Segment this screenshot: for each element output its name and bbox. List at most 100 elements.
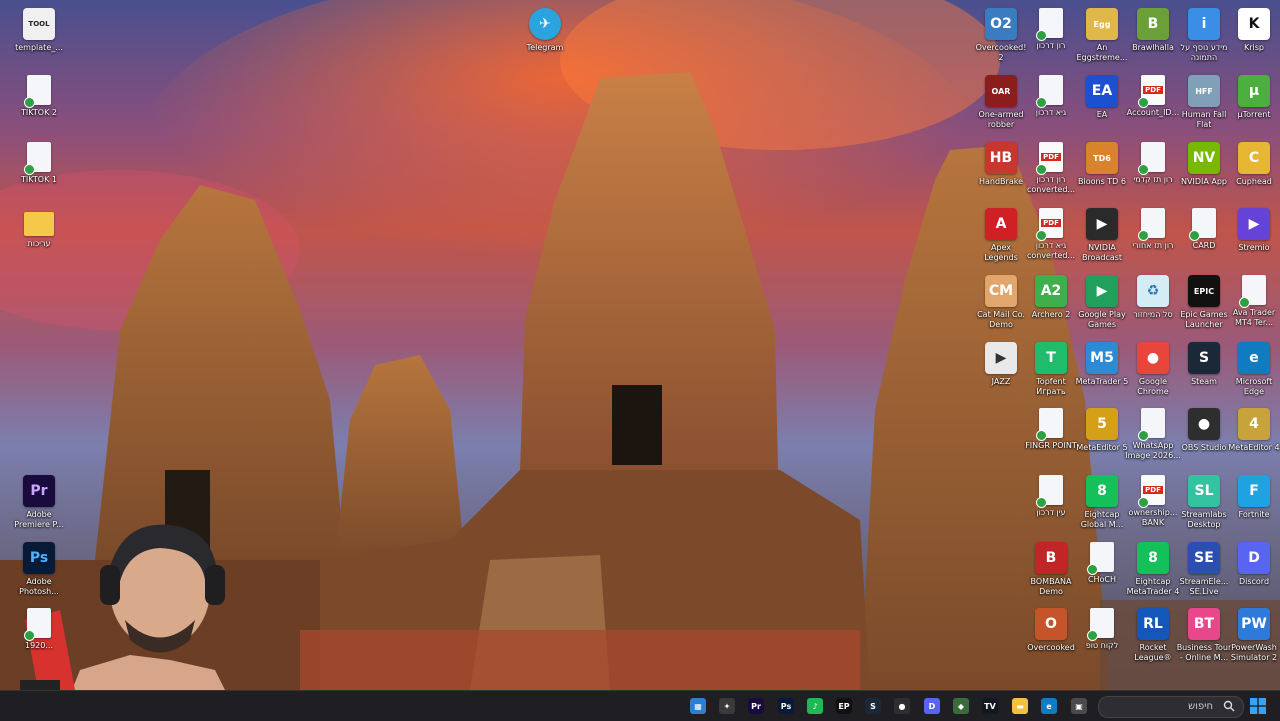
desktop-icon[interactable]: 8 Eightcap MetaTrader 4 (1125, 540, 1181, 597)
desktop-icon-template[interactable]: TOOL template_... (11, 6, 67, 53)
desktop-icon[interactable]: BT Business Tour - Online M... (1176, 606, 1232, 663)
desktop-icon[interactable]: F Fortnite (1226, 473, 1280, 520)
icon-label: Epic Games Launcher (1180, 310, 1228, 329)
desktop-icon[interactable]: PDF גיא דרכון converted... (1023, 206, 1079, 261)
desktop-icon[interactable]: גיא דרכון (1023, 73, 1079, 118)
desktop-icon[interactable]: B BOMBANA Demo (1023, 540, 1079, 597)
app-icon-3[interactable]: ▣ (1071, 698, 1087, 714)
desktop-icon[interactable]: רון תז קדמי (1125, 140, 1181, 185)
desktop-icon[interactable]: B Brawlhalla (1125, 6, 1181, 53)
desktop-icon[interactable]: SL Streamlabs Desktop (1176, 473, 1232, 530)
desktop-icon[interactable]: 4 MetaEditor 4 (1226, 406, 1280, 453)
desktop-icon[interactable]: D Discord (1226, 540, 1280, 587)
document-icon (1087, 542, 1114, 575)
desktop-icon[interactable]: EPIC Epic Games Launcher (1176, 273, 1232, 330)
desktop-icon[interactable]: C Cuphead (1226, 140, 1280, 187)
desktop-icon[interactable]: CM Cat Mail Co. Demo (973, 273, 1029, 330)
desktop-icon[interactable]: 8 Eightcap Global M... (1074, 473, 1130, 530)
desktop-icon[interactable]: PDF רון דרכון converted... (1023, 140, 1079, 195)
desktop-icon[interactable]: HFF Human Fall Flat (1176, 73, 1232, 130)
icon-label: Business Tour - Online M... (1176, 643, 1232, 662)
desktop-icon[interactable]: M5 MetaTrader 5 (1074, 340, 1130, 387)
document-icon (1087, 608, 1114, 641)
premiere-icon[interactable]: Pr (748, 698, 764, 714)
sync-check-icon (1138, 97, 1149, 108)
calculator-icon[interactable]: ▦ (690, 698, 706, 714)
obs-icon[interactable]: ● (894, 698, 910, 714)
desktop-icon[interactable]: ♻ סל המיחזור (1125, 273, 1181, 320)
desktop-icon[interactable]: RL Rocket League® (1125, 606, 1181, 663)
desktop-icon-tiktok-1[interactable]: TIKTOK 1 (11, 140, 67, 185)
app-icon: i (1188, 8, 1220, 40)
app-icon: ▶ (985, 342, 1017, 374)
desktop-icon[interactable]: עין דרכון (1023, 473, 1079, 518)
desktop-icon[interactable]: EA EA (1074, 73, 1130, 120)
desktop-icon[interactable]: PW PowerWash Simulator 2 (1226, 606, 1280, 663)
desktop-icon[interactable]: S Steam (1176, 340, 1232, 387)
desktop-icon[interactable]: A2 Archero 2 (1023, 273, 1079, 320)
app-icon: ▶ (1086, 275, 1118, 307)
desktop-icon[interactable]: Ava Trader MT4 Ter... (1226, 273, 1280, 328)
app-icon-2[interactable]: ◆ (953, 698, 969, 714)
desktop-icon[interactable]: O Overcooked (1023, 606, 1079, 653)
desktop-icon-premiere[interactable]: Pr Adobe Premiere P... (11, 473, 67, 530)
desktop-icon[interactable]: NV NVIDIA App (1176, 140, 1232, 187)
windows-start-icon[interactable] (1250, 698, 1266, 714)
desktop-icon[interactable]: ▶ Stremio (1226, 206, 1280, 253)
desktop-icon[interactable]: לקוח טופ (1074, 606, 1130, 651)
desktop-icon[interactable]: ▶ Google Play Games (1074, 273, 1130, 330)
spotify-icon[interactable]: ♪ (807, 698, 823, 714)
desktop-icon[interactable]: PDF Account_ID... (1125, 73, 1181, 118)
app-icon: SL (1188, 475, 1220, 507)
desktop-icon-photoshop[interactable]: Ps Adobe Photosh... (11, 540, 67, 597)
file-explorer-icon[interactable]: ▬ (1012, 698, 1028, 714)
desktop-icon[interactable]: CHoCH (1074, 540, 1130, 585)
desktop-icon[interactable]: ● OBS Studio (1176, 406, 1232, 453)
desktop-icon[interactable]: WhatsApp Image 2026... (1125, 406, 1181, 461)
app-icon: ● (1137, 342, 1169, 374)
icon-label: רון דרכון converted... (1026, 175, 1076, 194)
app-icon[interactable]: ✦ (719, 698, 735, 714)
desktop-icon[interactable]: ▶ JAZZ (973, 340, 1029, 387)
desktop-icon[interactable]: TD6 Bloons TD 6 (1074, 140, 1130, 187)
desktop-icon-telegram[interactable]: ✈ Telegram (517, 6, 573, 53)
desktop-icon-folder-edits[interactable]: עריכות (11, 206, 67, 249)
desktop-icon[interactable]: O2 Overcooked! 2 (973, 6, 1029, 63)
desktop-icon[interactable]: HB HandBrake (973, 140, 1029, 187)
desktop-icon[interactable]: ▶ NVIDIA Broadcast (1074, 206, 1130, 263)
epic-icon[interactable]: EP (836, 698, 852, 714)
icon-label: BOMBANA Demo (1030, 577, 1072, 596)
pdf-file-icon: PDF (1138, 475, 1165, 508)
icon-label: Account_ID... (1126, 108, 1180, 117)
desktop-icon[interactable]: CARD (1176, 206, 1232, 251)
document-icon (1138, 208, 1165, 241)
desktop-icon-1920[interactable]: 1920... (11, 606, 67, 651)
discord-icon[interactable]: D (924, 698, 940, 714)
app-icon: PW (1238, 608, 1270, 640)
app-icon: HB (985, 142, 1017, 174)
photoshop-icon[interactable]: Ps (778, 698, 794, 714)
desktop-icon[interactable]: FINGR POINT (1023, 406, 1079, 451)
desktop-icon[interactable]: SE StreamEle... SE.Live (1176, 540, 1232, 597)
desktop-icon[interactable]: K Krisp (1226, 6, 1280, 53)
app-icon: HFF (1188, 75, 1220, 107)
desktop-icon-tiktok-2[interactable]: TIKTOK 2 (11, 73, 67, 118)
desktop-icon[interactable]: A Apex Legends (973, 206, 1029, 263)
desktop-icon[interactable]: OAR One-armed robber (973, 73, 1029, 130)
desktop-icon[interactable]: T Topfent Играть (1023, 340, 1079, 397)
edge-icon[interactable]: e (1041, 698, 1057, 714)
desktop-icon[interactable]: ● Google Chrome (1125, 340, 1181, 397)
desktop-icon[interactable]: PDF ownership... BANK (1125, 473, 1181, 528)
tradingview-icon[interactable]: TV (982, 698, 998, 714)
desktop-icon[interactable]: e Microsoft Edge (1226, 340, 1280, 397)
desktop-icon[interactable]: רון דרכון (1023, 6, 1079, 51)
desktop-icon[interactable]: רון תז אחורי (1125, 206, 1181, 251)
desktop-icon[interactable]: Egg An Eggstreme... (1074, 6, 1130, 63)
steam-icon[interactable]: S (865, 698, 881, 714)
icon-label: HandBrake (978, 177, 1023, 186)
desktop-icon[interactable]: i מידע נוסף על התמונה (1176, 6, 1232, 63)
desktop-icon[interactable]: 5 MetaEditor 5 (1074, 406, 1130, 453)
taskbar-search[interactable]: חיפוש (1098, 696, 1244, 718)
pdf-file-icon: PDF (1138, 75, 1165, 108)
desktop-icon[interactable]: µ µTorrent (1226, 73, 1280, 120)
